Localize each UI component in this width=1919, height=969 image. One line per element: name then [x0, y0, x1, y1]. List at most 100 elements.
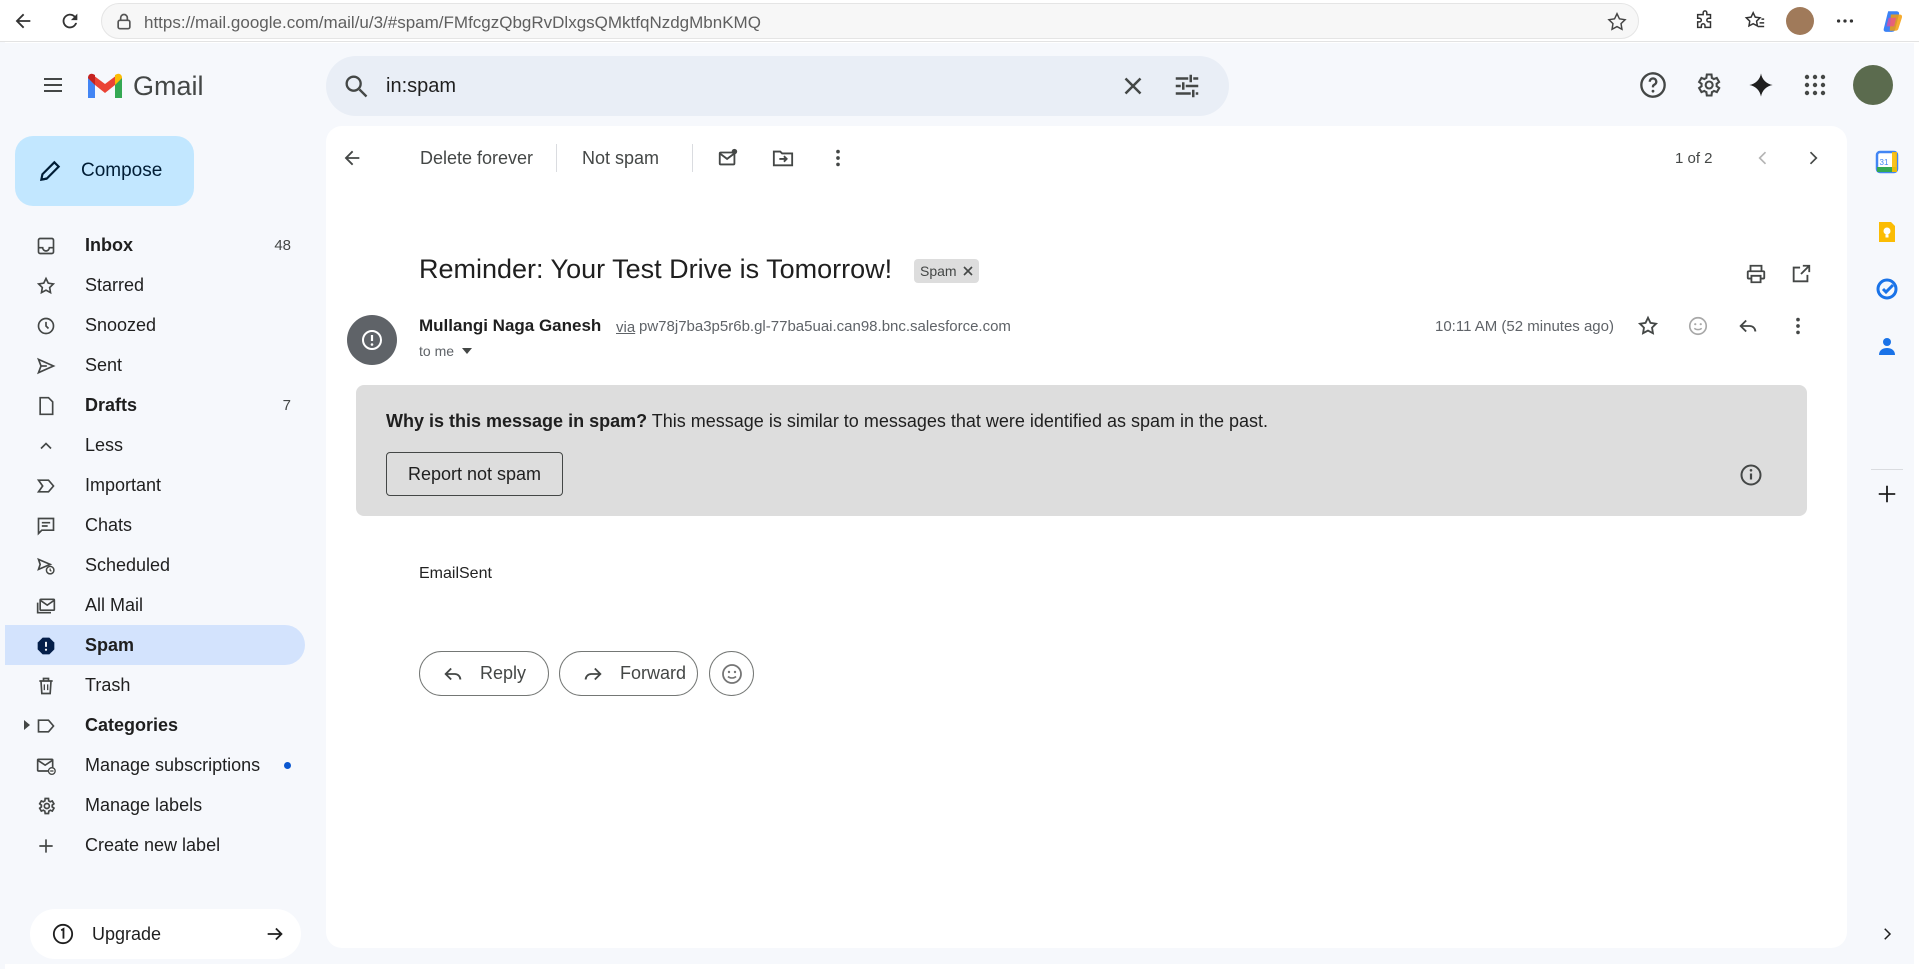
mark-unread-icon[interactable]: [710, 140, 746, 176]
more-vert-icon[interactable]: [820, 140, 856, 176]
search-input[interactable]: [386, 72, 1086, 100]
older-chevron-right-icon[interactable]: [1795, 140, 1831, 176]
move-to-icon[interactable]: [765, 140, 801, 176]
pagination-count: 1 of 2: [1675, 150, 1713, 167]
sidebar-item-inbox[interactable]: Inbox 48: [5, 225, 305, 265]
forward-arrow-icon: [582, 663, 604, 685]
favorites-icon[interactable]: [1742, 8, 1768, 34]
message-subject: Reminder: Your Test Drive is Tomorrow!: [419, 254, 893, 284]
spam-reason-explanation: This message is similar to messages that…: [647, 411, 1269, 431]
compose-label: Compose: [81, 160, 163, 181]
recipients-summary[interactable]: to me: [419, 343, 473, 359]
expand-caret-icon[interactable]: [24, 720, 30, 730]
sidebar-item-chats[interactable]: Chats: [5, 505, 305, 545]
account-avatar[interactable]: [1853, 65, 1893, 105]
back-icon[interactable]: [10, 8, 36, 34]
search-options-icon[interactable]: [1172, 71, 1202, 101]
search-icon[interactable]: [342, 72, 370, 100]
app-name: Gmail: [133, 71, 204, 101]
settings-gear-icon[interactable]: [1688, 65, 1728, 105]
sidebar-item-important[interactable]: Important: [5, 465, 305, 505]
open-new-window-icon[interactable]: [1783, 256, 1819, 292]
dropdown-arrow-icon[interactable]: [462, 347, 473, 355]
reply-button[interactable]: Reply: [419, 651, 549, 696]
search-bar: [326, 56, 1229, 116]
address-bar[interactable]: https://mail.google.com/mail/u/3/#spam/F…: [101, 3, 1639, 39]
bookmark-star-icon[interactable]: [1606, 11, 1628, 33]
newer-chevron-left-icon[interactable]: [1745, 140, 1781, 176]
info-icon[interactable]: [1739, 463, 1763, 487]
sidebar-item-manage-subscriptions[interactable]: Manage subscriptions: [5, 745, 305, 785]
reply-arrow-icon: [442, 663, 464, 685]
sidebar-item-manage-labels[interactable]: Manage labels: [5, 785, 305, 825]
get-addons-plus-icon[interactable]: [1874, 481, 1900, 507]
show-side-panel-chevron-icon[interactable]: [1874, 921, 1900, 947]
sidebar-item-label: Spam: [85, 634, 135, 655]
draft-count: 7: [282, 396, 291, 414]
contacts-icon[interactable]: [1874, 333, 1900, 359]
calendar-icon[interactable]: 31: [1874, 149, 1900, 175]
compose-button[interactable]: Compose: [15, 136, 194, 206]
forward-label: Forward: [620, 663, 687, 683]
sidebar-item-trash[interactable]: Trash: [5, 665, 305, 705]
message-timestamp: 10:11 AM (52 minutes ago): [1435, 318, 1614, 335]
unread-count: 48: [274, 236, 291, 254]
toolbar-divider: [556, 144, 557, 172]
site-info-icon[interactable]: [114, 12, 134, 32]
browser-toolbar: https://mail.google.com/mail/u/3/#spam/F…: [0, 0, 1919, 42]
emoji-reaction-button[interactable]: [709, 651, 754, 696]
sidebar-item-drafts[interactable]: Drafts 7: [5, 385, 305, 425]
via-link[interactable]: via: [616, 319, 635, 336]
sidebar-item-create-new-label[interactable]: Create new label: [5, 825, 305, 865]
sidebar-item-sent[interactable]: Sent: [5, 345, 305, 385]
send-icon: [35, 355, 57, 377]
important-label-icon: [35, 475, 57, 497]
sender-name[interactable]: Mullangi Naga Ganesh: [419, 316, 601, 336]
delete-forever-button[interactable]: Delete forever: [420, 148, 533, 169]
extensions-icon[interactable]: [1692, 8, 1718, 34]
arrow-right-icon: [264, 923, 286, 945]
sidebar-item-starred[interactable]: Starred: [5, 265, 305, 305]
sidebar-item-label: Inbox: [85, 234, 133, 255]
tasks-icon[interactable]: [1874, 276, 1900, 302]
support-icon[interactable]: [1633, 65, 1673, 105]
star-message-icon[interactable]: [1630, 308, 1666, 344]
clear-search-icon[interactable]: [1118, 71, 1148, 101]
upgrade-button[interactable]: Upgrade: [30, 909, 301, 959]
sidebar-item-snoozed[interactable]: Snoozed: [5, 305, 305, 345]
forward-button[interactable]: Forward: [559, 651, 698, 696]
sidebar-item-scheduled[interactable]: Scheduled: [5, 545, 305, 585]
not-spam-button[interactable]: Not spam: [582, 148, 659, 169]
sidebar-item-label: Trash: [85, 674, 131, 695]
keep-notes-icon[interactable]: [1874, 219, 1900, 245]
sidebar-item-categories[interactable]: Categories: [5, 705, 305, 745]
warning-icon: [362, 330, 382, 350]
sidebar-item-all-mail[interactable]: All Mail: [5, 585, 305, 625]
svg-text:31: 31: [1880, 158, 1889, 167]
copilot-icon[interactable]: [1880, 8, 1906, 34]
reload-icon[interactable]: [57, 8, 83, 34]
browser-profile-avatar[interactable]: [1786, 7, 1814, 35]
reply-icon[interactable]: [1730, 308, 1766, 344]
remove-label-icon[interactable]: [963, 266, 973, 276]
clock-icon: [35, 315, 57, 337]
more-options-icon[interactable]: [1832, 8, 1858, 34]
gmail-logo[interactable]: Gmail: [85, 71, 204, 102]
url-text[interactable]: https://mail.google.com/mail/u/3/#spam/F…: [144, 13, 761, 33]
spam-report-icon: [35, 635, 57, 657]
google-apps-icon[interactable]: [1795, 65, 1835, 105]
sidebar-item-label: Less: [85, 434, 124, 455]
trash-icon: [35, 675, 57, 697]
spam-label-chip[interactable]: Spam: [914, 259, 979, 283]
report-not-spam-button[interactable]: Report not spam: [386, 452, 563, 496]
message-more-icon[interactable]: [1780, 308, 1816, 344]
add-reaction-icon[interactable]: [1680, 308, 1716, 344]
sidebar-item-spam[interactable]: Spam: [5, 625, 305, 665]
print-icon[interactable]: [1738, 256, 1774, 292]
back-to-spam-icon[interactable]: [334, 140, 370, 176]
gemini-sparkle-icon[interactable]: [1741, 65, 1781, 105]
chat-icon: [35, 515, 57, 537]
sidebar-item-less[interactable]: Less: [5, 425, 305, 465]
main-menu-button[interactable]: [33, 65, 73, 105]
sidebar-item-label: Categories: [85, 714, 179, 735]
